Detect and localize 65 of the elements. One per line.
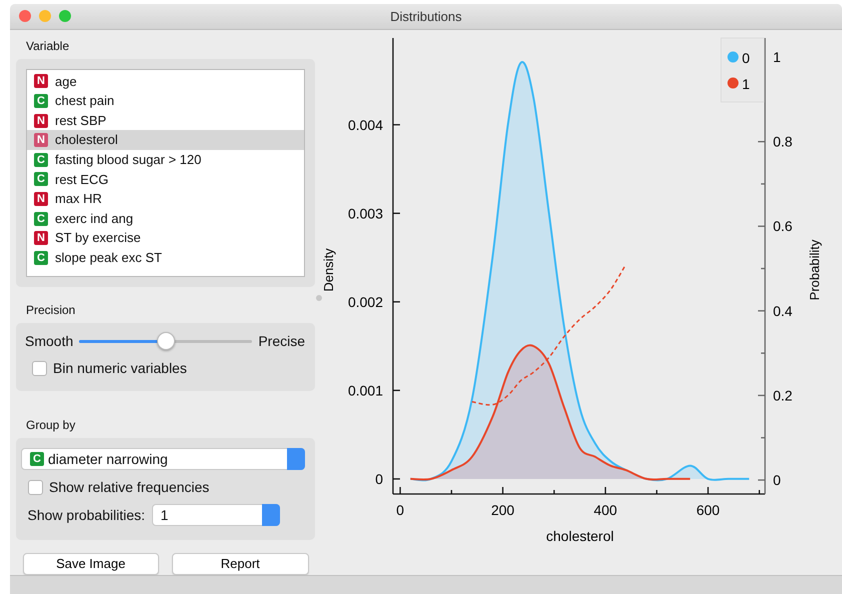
tick-label: 200 — [491, 502, 514, 518]
close-button[interactable] — [19, 10, 31, 22]
tick-label: 0.8 — [773, 133, 792, 150]
list-item[interactable]: C rest ECG — [27, 170, 304, 190]
list-item[interactable]: N age — [27, 72, 304, 92]
checkbox[interactable] — [32, 361, 46, 376]
list-item[interactable]: C slope peak exc ST — [27, 248, 304, 268]
tick-label: 0.6 — [773, 218, 792, 234]
type-badge: C — [30, 452, 44, 466]
section-label: Precision — [26, 302, 76, 319]
axis-label: Density — [321, 248, 336, 292]
tick-label: 400 — [594, 502, 618, 518]
stepper-icon — [287, 448, 305, 470]
action-button[interactable]: Report — [172, 553, 308, 576]
type-badge: C — [34, 172, 48, 186]
section-label: Group by — [26, 417, 76, 434]
checkbox-label: Show relative frequencies — [49, 478, 210, 497]
tick-label: 0.004 — [348, 116, 383, 132]
slider-label: Smooth — [25, 332, 74, 351]
type-badge: C — [34, 152, 48, 167]
slider-thumb[interactable] — [156, 332, 175, 350]
type-badge: N — [34, 231, 48, 246]
type-badge: C — [34, 94, 48, 108]
slider-track[interactable] — [79, 331, 252, 352]
type-badge: N — [34, 114, 48, 128]
tick-label: 0.002 — [348, 293, 383, 310]
list-item[interactable]: N rest SBP — [27, 110, 304, 130]
checkbox[interactable] — [28, 480, 42, 495]
action-button[interactable]: Save Image — [22, 553, 159, 576]
tick-label: 0 — [396, 502, 404, 518]
tick-label: 0 — [375, 470, 383, 486]
list-item[interactable]: N ST by exercise — [27, 228, 304, 248]
probabilities-select[interactable]: 1 — [152, 504, 280, 526]
slider-label: Precise — [258, 332, 305, 351]
tick-label: 600 — [696, 502, 720, 518]
list-item[interactable]: N cholesterol — [27, 130, 304, 150]
type-badge: N — [34, 133, 48, 148]
field-label: Show probabilities: — [28, 506, 146, 525]
minimize-button[interactable] — [39, 10, 51, 22]
stepper-icon — [262, 504, 280, 526]
list-item[interactable]: C chest pain — [27, 91, 304, 111]
zoom-button[interactable] — [59, 10, 71, 22]
legend-label: 1 — [742, 76, 750, 92]
type-badge: C — [34, 212, 48, 226]
axis-label: cholesterol — [546, 528, 614, 544]
list-item[interactable]: C fasting blood sugar > 120 — [27, 150, 304, 170]
type-badge: N — [34, 74, 48, 88]
section-label: Variable — [26, 38, 70, 55]
list-item[interactable]: C exerc ind ang — [27, 208, 304, 228]
tick-label: 0.003 — [348, 204, 383, 221]
type-badge: C — [34, 250, 48, 265]
list-item[interactable]: N max HR — [27, 189, 304, 209]
type-badge: N — [34, 192, 48, 206]
tick-label: 0.001 — [348, 382, 383, 398]
legend-background — [720, 37, 764, 102]
checkbox-label: Bin numeric variables — [53, 359, 187, 378]
tick-label: 0 — [773, 472, 781, 488]
tick-label: 0.2 — [773, 387, 792, 403]
tick-label: 1 — [773, 48, 781, 65]
group-by-select[interactable]: C diameter narrowing — [21, 448, 305, 470]
axis-label: Probability — [807, 239, 822, 300]
legend-label: 0 — [742, 50, 750, 66]
splitter-handle[interactable] — [316, 294, 322, 301]
tick-label: 0.4 — [773, 302, 792, 318]
window-title: Distributions — [390, 8, 462, 24]
